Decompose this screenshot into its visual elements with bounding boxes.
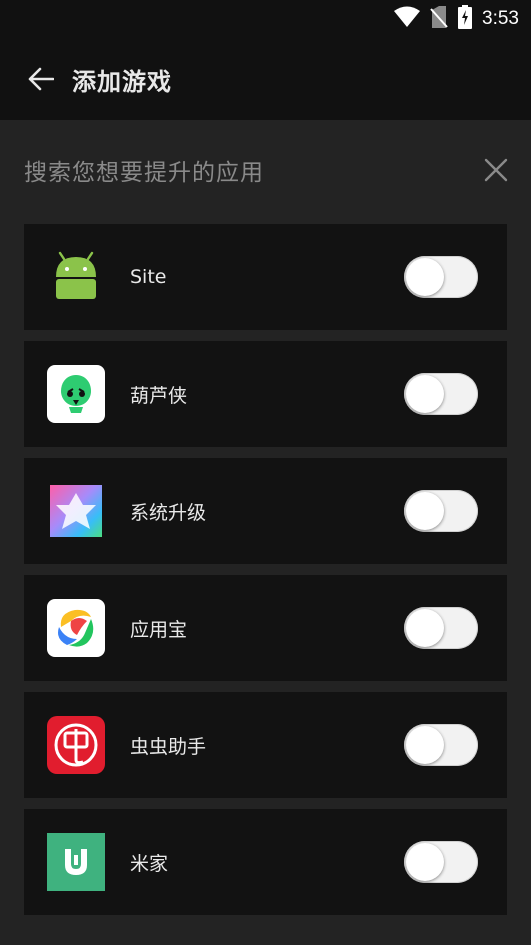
back-arrow-icon[interactable] bbox=[26, 64, 56, 94]
app-name: 应用宝 bbox=[130, 618, 188, 641]
list-item[interactable]: 系统升级 bbox=[24, 458, 507, 564]
app-name: Site bbox=[130, 266, 167, 288]
list-item[interactable]: Site bbox=[24, 224, 507, 330]
close-icon[interactable] bbox=[481, 155, 511, 185]
enable-toggle[interactable] bbox=[404, 256, 478, 298]
app-name: 系统升级 bbox=[130, 501, 207, 524]
no-sim-icon bbox=[430, 6, 448, 32]
enable-toggle[interactable] bbox=[404, 607, 478, 649]
app-name: 虫虫助手 bbox=[130, 735, 207, 758]
search-bar[interactable]: 搜索您想要提升的应用 bbox=[0, 120, 531, 220]
clock: 3:53 bbox=[482, 8, 519, 29]
app-name: 葫芦侠 bbox=[130, 384, 188, 407]
app-bar: 添加游戏 bbox=[0, 38, 531, 120]
yingyongbao-icon bbox=[47, 599, 105, 657]
enable-toggle[interactable] bbox=[404, 841, 478, 883]
page-title: 添加游戏 bbox=[72, 67, 172, 96]
list-item[interactable]: 应用宝 bbox=[24, 575, 507, 681]
battery-charging-icon bbox=[458, 5, 473, 33]
huluxia-icon bbox=[47, 365, 105, 423]
app-list: Site 葫芦侠 系统升级 应用宝 虫虫助手 米家 bbox=[0, 220, 531, 945]
android-icon bbox=[47, 248, 105, 306]
list-item[interactable]: 葫芦侠 bbox=[24, 341, 507, 447]
mijia-icon bbox=[47, 833, 105, 891]
enable-toggle[interactable] bbox=[404, 490, 478, 532]
chongchong-icon bbox=[47, 716, 105, 774]
status-bar: 3:53 bbox=[0, 0, 531, 38]
wifi-icon bbox=[394, 6, 421, 32]
list-item[interactable]: 虫虫助手 bbox=[24, 692, 507, 798]
enable-toggle[interactable] bbox=[404, 724, 478, 766]
list-item[interactable]: 米家 bbox=[24, 809, 507, 915]
app-name: 米家 bbox=[130, 852, 169, 875]
enable-toggle[interactable] bbox=[404, 373, 478, 415]
search-input[interactable]: 搜索您想要提升的应用 bbox=[24, 153, 264, 187]
status-icons: 3:53 bbox=[394, 5, 519, 33]
system-update-icon bbox=[47, 482, 105, 540]
